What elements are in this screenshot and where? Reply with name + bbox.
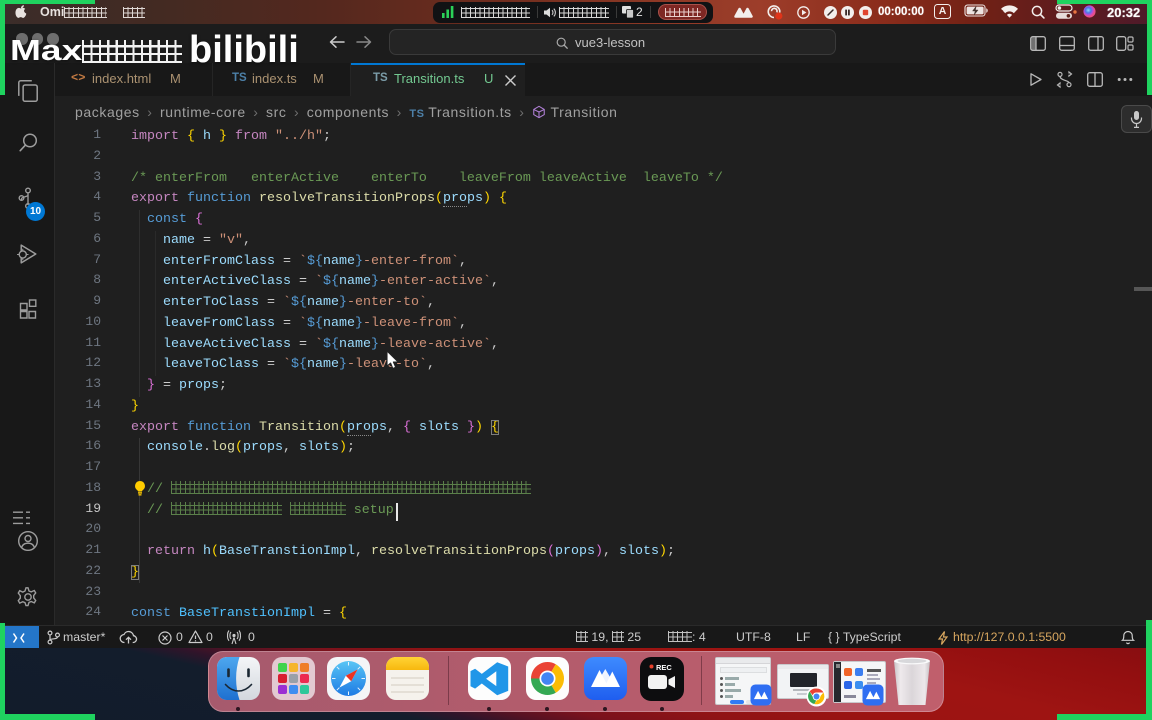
svg-text:REC: REC [656, 663, 672, 672]
